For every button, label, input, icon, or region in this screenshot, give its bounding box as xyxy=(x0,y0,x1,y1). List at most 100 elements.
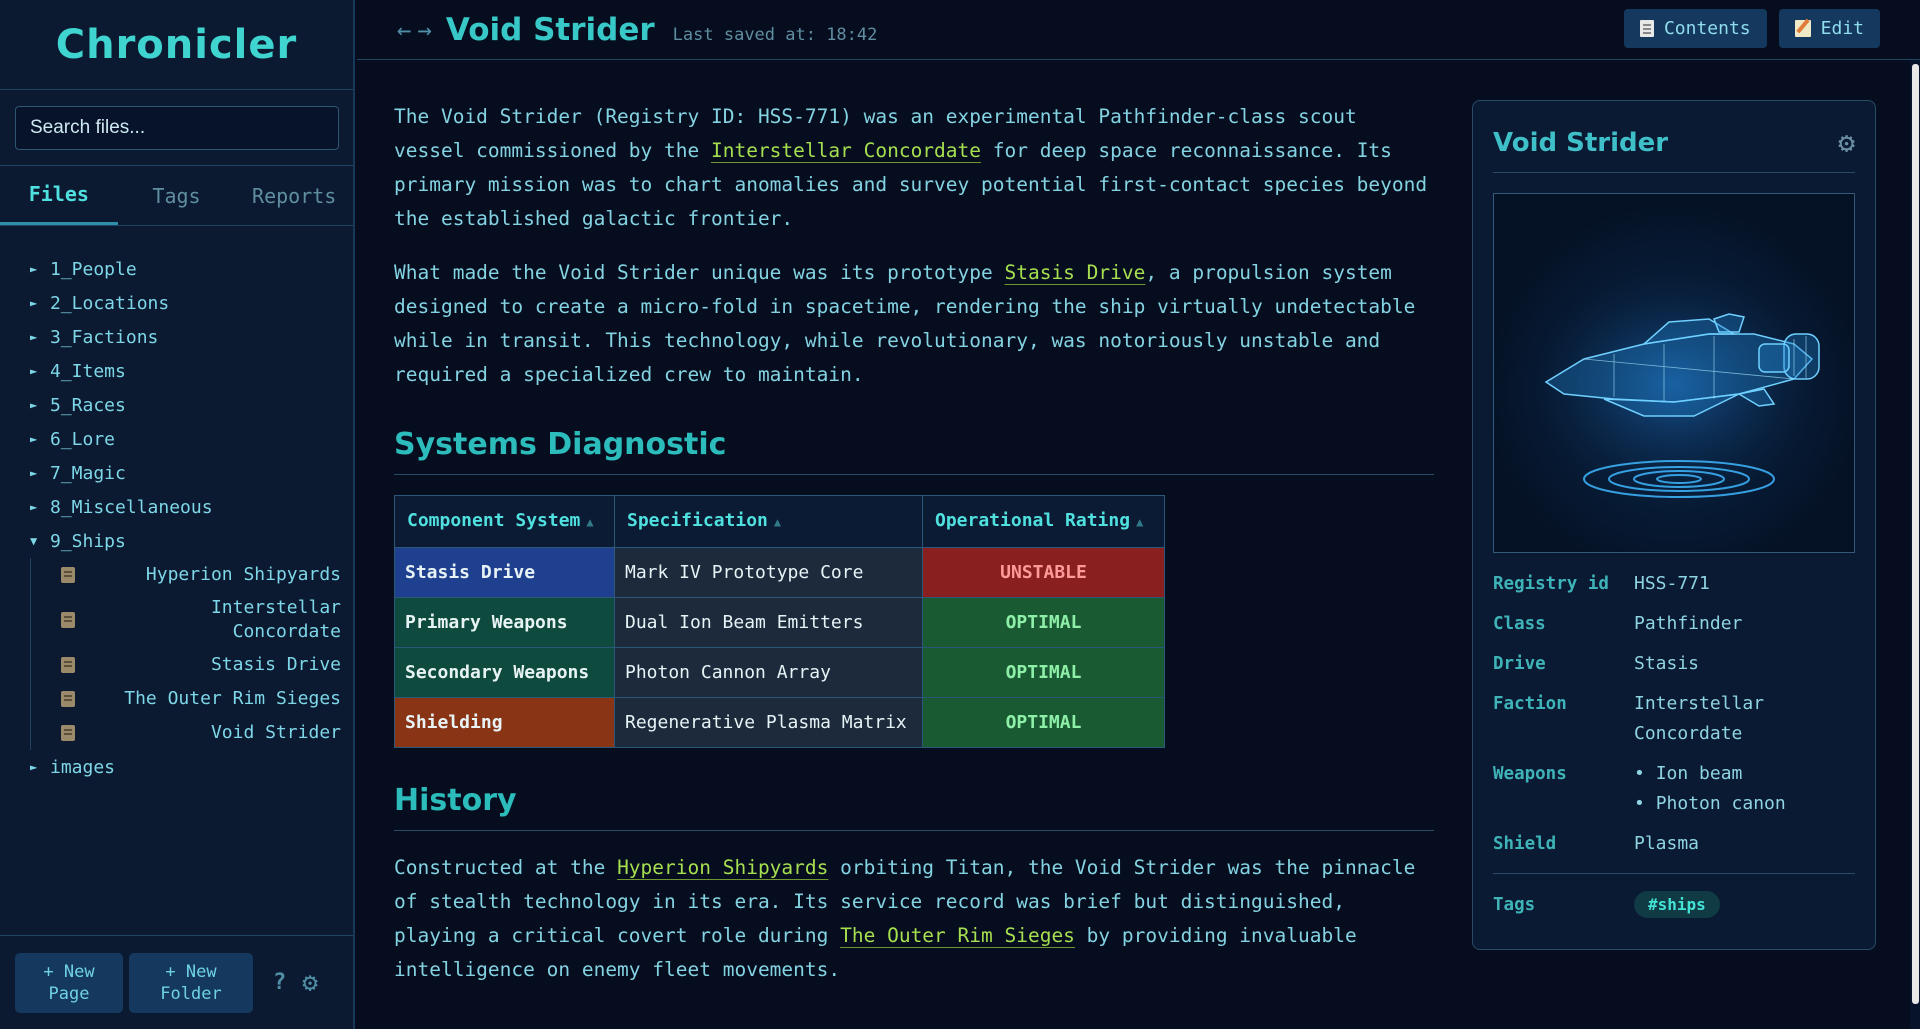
sort-icon: ▲ xyxy=(1136,515,1144,529)
weapon-item: Photon canon xyxy=(1634,789,1786,819)
tab-tags[interactable]: Tags xyxy=(118,166,236,225)
scroll-icon xyxy=(61,567,75,583)
specification-cell: Photon Cannon Array xyxy=(614,647,923,698)
search-input[interactable] xyxy=(15,106,339,150)
new-page-button[interactable]: + New Page xyxy=(15,952,123,1013)
chevron-right-icon: ► xyxy=(30,432,38,446)
file-label: Hyperion Shipyards xyxy=(145,564,341,585)
header-label: Specification xyxy=(627,510,768,531)
folder-1-people[interactable]: ► 1_People xyxy=(0,252,353,286)
tag-ships[interactable]: #ships xyxy=(1634,891,1720,918)
back-button[interactable]: ← xyxy=(397,16,411,44)
field-value: Interstellar Concordate xyxy=(1634,693,1765,744)
chevron-down-icon: ▼ xyxy=(30,534,38,548)
folder-images[interactable]: ► images xyxy=(0,750,353,784)
tab-files[interactable]: Files xyxy=(0,166,118,225)
history-paragraph: Constructed at the Hyperion Shipyards or… xyxy=(394,851,1434,987)
infobox-header: Void Strider ⚙ xyxy=(1493,113,1855,173)
field-key: Class xyxy=(1493,614,1546,634)
last-saved-status: Last saved at: 18:42 xyxy=(672,24,878,45)
sidebar: Chronicler Files Tags Reports ► 1_People … xyxy=(0,0,355,1029)
contents-label: Contents xyxy=(1663,18,1751,39)
edit-label: Edit xyxy=(1820,18,1864,39)
infobox-title: Void Strider xyxy=(1493,127,1669,158)
link-hyperion-shipyards[interactable]: Hyperion Shipyards xyxy=(617,856,828,879)
scrollbar[interactable] xyxy=(1910,60,1920,1029)
scroll-icon xyxy=(61,612,75,628)
field-key: Faction xyxy=(1493,694,1567,714)
document-icon xyxy=(1639,20,1654,37)
rating-cell: OPTIMAL xyxy=(922,647,1165,698)
folder-6-lore[interactable]: ► 6_Lore xyxy=(0,422,353,456)
folder-4-items[interactable]: ► 4_Items xyxy=(0,354,353,388)
column-header-rating[interactable]: Operational Rating ▲ xyxy=(922,495,1165,548)
new-folder-button[interactable]: + New Folder xyxy=(129,952,253,1013)
field-weapons: Weapons Ion beamPhoton canon xyxy=(1493,759,1855,819)
scroll-icon xyxy=(61,725,75,741)
divider xyxy=(1493,873,1855,874)
field-drive: Drive Stasis xyxy=(1493,649,1855,679)
chevron-right-icon: ► xyxy=(30,500,38,514)
tab-reports[interactable]: Reports xyxy=(235,166,353,225)
table-row: Shielding Regenerative Plasma Matrix OPTIM… xyxy=(394,697,1165,748)
link-interstellar-concordate[interactable]: Interstellar Concordate xyxy=(711,139,981,162)
infobox-fields: Registry id HSS-771 Class Pathfinder Drive… xyxy=(1493,569,1855,920)
folder-label: images xyxy=(50,756,116,778)
intro-paragraph: The Void Strider (Registry ID: HSS-771) … xyxy=(394,100,1434,236)
sidebar-tabs: Files Tags Reports xyxy=(0,166,353,226)
field-shield: Shield Plasma xyxy=(1493,829,1855,859)
header-actions: Contents Edit xyxy=(1623,9,1880,48)
help-icon[interactable]: ? xyxy=(273,970,286,995)
folder-7-magic[interactable]: ► 7_Magic xyxy=(0,456,353,490)
link-outer-rim-sieges[interactable]: The Outer Rim Sieges xyxy=(840,924,1075,947)
folder-8-miscellaneous[interactable]: ► 8_Miscellaneous xyxy=(0,490,353,524)
folder-label: 5_Races xyxy=(50,394,126,416)
file-label: Interstellar Concordate xyxy=(210,597,341,642)
file-void-strider[interactable]: Void Strider xyxy=(31,716,353,750)
table-row: Stasis Drive Mark IV Prototype Core UNSTAB… xyxy=(394,547,1165,598)
column-header-component[interactable]: Component System ▲ xyxy=(394,495,615,548)
component-cell: Secondary Weapons xyxy=(394,647,615,698)
field-value: #ships xyxy=(1634,890,1720,920)
file-tree: ► 1_People ► 2_Locations ► 3_Factions ► 4_It… xyxy=(0,226,353,784)
hologram-ship-illustration xyxy=(1514,264,1834,504)
file-label: Stasis Drive xyxy=(210,654,341,675)
scroll-icon xyxy=(61,657,75,673)
table-header-row: Component System ▲ Specification ▲ Operati… xyxy=(394,495,1165,548)
infobox-card: Void Strider ⚙ Registry id HSS-771 Class… xyxy=(1472,100,1876,950)
specification-cell: Dual Ion Beam Emitters xyxy=(614,597,923,648)
sort-icon: ▲ xyxy=(773,515,782,529)
app-logo: Chronicler xyxy=(0,0,353,90)
field-tags: Tags #ships xyxy=(1493,890,1855,920)
gear-icon[interactable]: ⚙ xyxy=(1838,126,1855,159)
field-faction: Faction Interstellar Concordate xyxy=(1493,689,1855,749)
field-key: Drive xyxy=(1493,654,1546,674)
forward-button[interactable]: → xyxy=(417,16,431,44)
component-cell: Primary Weapons xyxy=(394,597,615,648)
edit-button[interactable]: Edit xyxy=(1778,9,1880,48)
field-value: Plasma xyxy=(1634,833,1700,854)
file-outer-rim-sieges[interactable]: The Outer Rim Sieges xyxy=(31,682,353,716)
column-header-specification[interactable]: Specification ▲ xyxy=(614,495,923,548)
contents-button[interactable]: Contents xyxy=(1623,9,1767,48)
chevron-right-icon: ► xyxy=(30,330,38,344)
link-stasis-drive[interactable]: Stasis Drive xyxy=(1004,261,1145,284)
folder-5-races[interactable]: ► 5_Races xyxy=(0,388,353,422)
field-value: HSS-771 xyxy=(1634,573,1710,594)
chevron-right-icon: ► xyxy=(30,466,38,480)
chevron-right-icon: ► xyxy=(30,364,38,378)
folder-label: 9_Ships xyxy=(50,530,126,552)
file-stasis-drive[interactable]: Stasis Drive xyxy=(31,648,353,682)
folder-label: 4_Items xyxy=(50,360,126,382)
file-hyperion-shipyards[interactable]: Hyperion Shipyards xyxy=(31,558,353,592)
chevron-right-icon: ► xyxy=(30,760,38,774)
scroll-icon xyxy=(61,691,75,707)
folder-9-ships[interactable]: ▼ 9_Ships xyxy=(0,524,353,558)
drive-paragraph: What made the Void Strider unique was it… xyxy=(394,256,1434,392)
gear-icon[interactable]: ⚙ xyxy=(302,968,318,998)
folder-2-locations[interactable]: ► 2_Locations xyxy=(0,286,353,320)
file-interstellar-concordate[interactable]: Interstellar Concordate xyxy=(31,592,353,648)
folder-3-factions[interactable]: ► 3_Factions xyxy=(0,320,353,354)
scrollbar-thumb[interactable] xyxy=(1912,64,1919,1004)
file-label: Void Strider xyxy=(210,722,341,743)
